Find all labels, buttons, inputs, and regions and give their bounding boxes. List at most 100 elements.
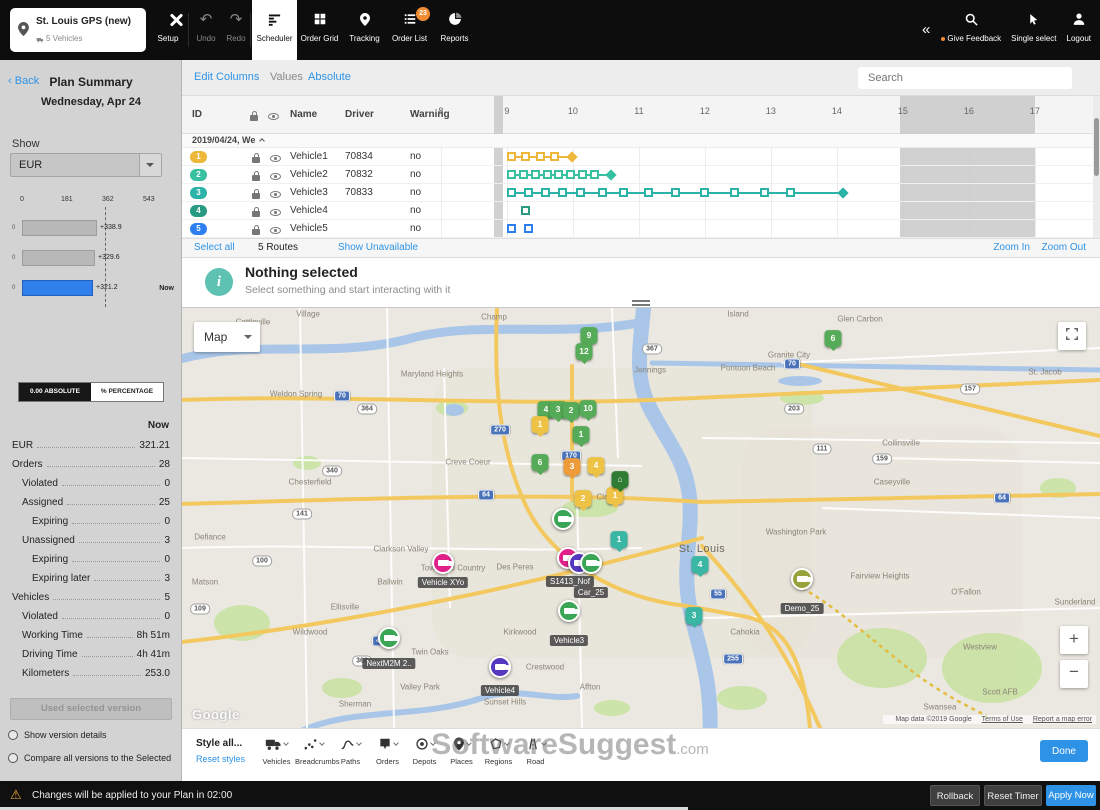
order-box[interactable] [730, 188, 739, 197]
order-box[interactable] [760, 188, 769, 197]
depot-marker[interactable]: ⌂ [612, 471, 629, 488]
tab-scheduler[interactable]: Scheduler [252, 0, 297, 60]
scrollbar-thumb[interactable] [1094, 118, 1099, 176]
order-box[interactable] [524, 224, 533, 233]
order-box[interactable] [598, 188, 607, 197]
visibility-icon[interactable] [270, 188, 281, 200]
order-marker[interactable]: 6 [532, 454, 549, 471]
visibility-icon[interactable] [270, 170, 281, 182]
radio-compare-versions[interactable]: Compare all versions to the Selected [8, 751, 171, 765]
style-item-places[interactable]: Places [443, 735, 480, 766]
style-item-regions[interactable]: Regions [480, 735, 517, 766]
use-selected-version-button[interactable]: Used selected version [10, 698, 172, 720]
zoom-in-link[interactable]: Zoom In [993, 242, 1030, 253]
order-box[interactable] [558, 188, 567, 197]
version-bar[interactable] [22, 220, 97, 236]
style-item-paths[interactable]: Paths [332, 735, 369, 766]
order-marker[interactable]: 6 [825, 330, 842, 347]
undo-button[interactable]: ↶ Undo [192, 0, 220, 60]
visibility-icon[interactable] [270, 206, 281, 218]
collapse-chevrons[interactable]: « [916, 0, 936, 60]
style-item-breadcrumbs[interactable]: Breadcrumbs [295, 735, 332, 766]
order-box[interactable] [554, 170, 563, 179]
map-canvas[interactable]: Map + − Google Map data ©2019 Google Ter… [182, 308, 1100, 728]
order-box[interactable] [531, 170, 540, 179]
order-box[interactable] [566, 170, 575, 179]
plan-selector[interactable]: St. Louis GPS (new) 5 Vehicles [10, 8, 146, 52]
lock-icon[interactable] [252, 206, 260, 218]
vehicle-marker[interactable] [558, 600, 580, 622]
vehicle-marker[interactable] [791, 568, 813, 590]
order-marker[interactable]: 2 [575, 490, 592, 507]
vehicle-marker[interactable] [432, 552, 454, 574]
order-box[interactable] [543, 170, 552, 179]
order-box[interactable] [521, 206, 530, 215]
order-box[interactable] [507, 170, 516, 179]
order-box[interactable] [619, 188, 628, 197]
give-feedback-button[interactable]: Give Feedback [936, 0, 1006, 60]
tab-order-grid[interactable]: Order Grid [297, 0, 342, 60]
lock-icon[interactable] [252, 152, 260, 164]
order-marker[interactable]: 4 [692, 556, 709, 573]
order-box[interactable] [524, 188, 533, 197]
order-box[interactable] [507, 188, 516, 197]
reset-styles-link[interactable]: Reset styles [196, 754, 245, 764]
redo-button[interactable]: ↷ Redo [222, 0, 250, 60]
visibility-icon[interactable] [270, 224, 281, 236]
order-box[interactable] [644, 188, 653, 197]
version-bar[interactable] [22, 250, 95, 266]
radio-show-version-details[interactable]: Show version details [8, 728, 107, 742]
order-marker[interactable]: 10 [580, 400, 597, 417]
order-box[interactable] [541, 188, 550, 197]
currency-dropdown[interactable]: EUR [10, 153, 162, 177]
single-select-button[interactable]: Single select [1006, 0, 1061, 60]
lock-icon[interactable] [252, 170, 260, 182]
order-box[interactable] [576, 188, 585, 197]
order-marker[interactable]: 4 [588, 457, 605, 474]
search-input[interactable] [858, 67, 1072, 89]
setup-button[interactable]: Setup [152, 0, 184, 60]
rollback-button[interactable]: Rollback [930, 785, 980, 806]
order-box[interactable] [700, 188, 709, 197]
map-type-selector[interactable]: Map [194, 322, 260, 352]
edit-columns-link[interactable]: Edit Columns [194, 71, 259, 83]
version-bar[interactable] [22, 280, 93, 296]
order-box[interactable] [578, 170, 587, 179]
select-all-link[interactable]: Select all [194, 242, 235, 253]
absolute-dropdown[interactable]: Absolute [308, 71, 351, 83]
lock-icon[interactable] [252, 188, 260, 200]
map-zoom-in-button[interactable]: + [1060, 626, 1088, 654]
order-marker[interactable]: 1 [532, 416, 549, 433]
vehicle-marker[interactable] [378, 627, 400, 649]
scrollbar[interactable] [1093, 96, 1100, 238]
panel-drag-handle[interactable] [632, 300, 650, 306]
order-box[interactable] [519, 170, 528, 179]
order-box[interactable] [786, 188, 795, 197]
order-box[interactable] [550, 152, 559, 161]
tab-tracking[interactable]: Tracking [342, 0, 387, 60]
scheduler-row[interactable]: 5Vehicle5no [182, 220, 1093, 238]
order-marker[interactable]: 1 [611, 531, 628, 548]
report-error-link[interactable]: Report a map error [1033, 716, 1092, 723]
style-item-depots[interactable]: Depots [406, 735, 443, 766]
reset-timer-button[interactable]: Reset Timer [984, 785, 1042, 806]
toggle-percentage[interactable]: % PERCENTAGE [91, 383, 163, 401]
toggle-absolute[interactable]: 0.00 ABSOLUTE [19, 383, 91, 401]
order-marker[interactable]: 9 [581, 327, 598, 344]
scheduler-row[interactable]: 1Vehicle170834no [182, 148, 1093, 166]
column-driver[interactable]: Driver [345, 109, 374, 120]
date-group-row[interactable]: 2019/04/24, We [182, 134, 1100, 148]
order-marker[interactable]: 3 [686, 607, 703, 624]
order-box[interactable] [536, 152, 545, 161]
vehicle-marker[interactable] [580, 552, 602, 574]
show-unavailable-link[interactable]: Show Unavailable [338, 242, 418, 253]
scheduler-row[interactable]: 4Vehicle4no [182, 202, 1093, 220]
vehicle-marker[interactable] [552, 508, 574, 530]
order-box[interactable] [671, 188, 680, 197]
order-box[interactable] [507, 224, 516, 233]
order-marker[interactable]: 2 [563, 402, 580, 419]
order-marker[interactable]: 3 [564, 458, 581, 475]
done-button[interactable]: Done [1040, 740, 1088, 762]
column-id[interactable]: ID [192, 109, 202, 120]
map-zoom-out-button[interactable]: − [1060, 660, 1088, 688]
